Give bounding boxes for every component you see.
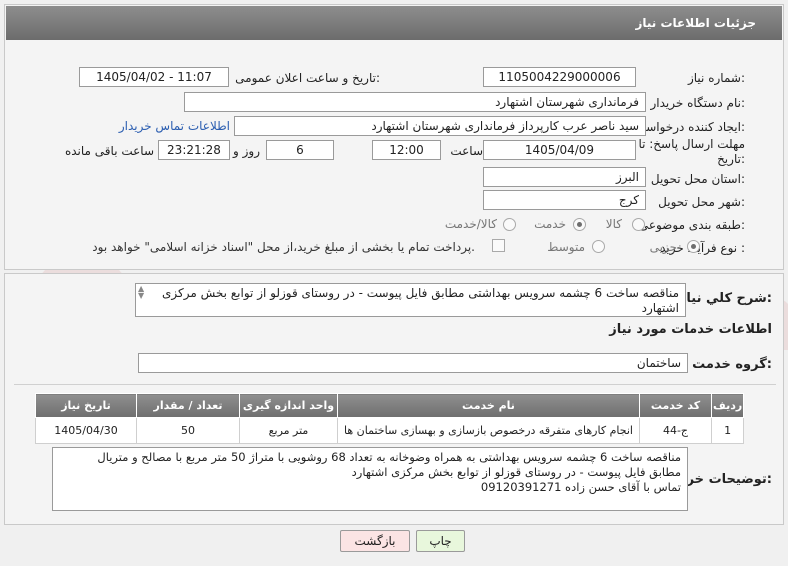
category-radio-goods[interactable] (632, 218, 645, 231)
notes-line: تماس با آقای حسن زاده 09120391271 (480, 480, 681, 494)
category-option-goods-service: کالا/خدمت (444, 217, 497, 231)
col-quantity: تعداد / مقدار (136, 393, 240, 418)
category-option-goods: کالا (605, 217, 622, 231)
city-field: کرج (483, 190, 646, 210)
back-button[interactable]: بازگشت (340, 530, 410, 552)
col-service-name: نام خدمت (337, 393, 640, 418)
process-radio-minor[interactable] (687, 240, 700, 253)
print-button[interactable]: چاپ (416, 530, 465, 552)
category-label: طبقه بندی موضوعی: (638, 218, 745, 232)
cell-service-name: انجام کارهای متفرقه درخصوص بازسازی و بهس… (337, 417, 640, 444)
summary-label: شرح کلي نياز: (678, 291, 772, 306)
process-radio-medium[interactable] (592, 240, 605, 253)
treasury-payment-checkbox[interactable] (492, 239, 505, 252)
remaining-time-label: ساعت باقی مانده (64, 144, 154, 158)
need-number-field: 1105004229000006 (483, 67, 636, 87)
table-row: 1 ج-44 انجام کارهای متفرقه درخصوص بازساز… (35, 417, 745, 444)
cell-unit: متر مربع (239, 417, 338, 444)
buyer-contact-link[interactable]: اطلاعات تماس خریدار (119, 119, 230, 133)
announce-datetime-label: تاریخ و ساعت اعلان عمومی: (235, 71, 380, 85)
category-radio-service[interactable] (573, 218, 586, 231)
days-remaining-field: 6 (266, 140, 334, 160)
need-number-label: شماره نیاز: (687, 71, 745, 85)
notes-line: مطابق فایل پیوست - در روستای قوزلو از تو… (351, 465, 681, 479)
buyer-notes-textarea[interactable]: مناقصه ساخت 6 چشمه سرویس بهداشتی به همرا… (52, 447, 688, 511)
province-label: استان محل تحویل: (650, 172, 745, 186)
cell-service-code: ج-44 (639, 417, 712, 444)
services-table: ردیف کد خدمت نام خدمت واحد اندازه گیری ت… (35, 393, 745, 444)
days-label: روز و (233, 144, 260, 158)
buyer-org-field: فرمانداری شهرستان اشتهارد (184, 92, 646, 112)
summary-textarea[interactable]: مناقصه ساخت 6 چشمه سرویس بهداشتی مطابق ف… (135, 283, 686, 317)
notes-line: مناقصه ساخت 6 چشمه سرویس بهداشتی به همرا… (97, 450, 681, 464)
service-group-label: گروه خدمت: (692, 357, 772, 372)
category-option-service: خدمت (534, 217, 566, 231)
page-title: جزئیات اطلاعات نیاز (6, 6, 782, 40)
process-option-medium: متوسط (547, 240, 585, 254)
cell-row: 1 (710, 417, 745, 444)
summary-text: مناقصه ساخت 6 چشمه سرویس بهداشتی مطابق ف… (161, 286, 679, 315)
province-field: البرز (483, 167, 646, 187)
deadline-time-field: 12:00 (372, 140, 441, 160)
remaining-time-field: 23:21:28 (158, 140, 230, 160)
process-option-minor: جزیی (649, 240, 677, 254)
summary-scroll-arrows[interactable]: ▲ ▼ (138, 285, 150, 303)
deadline-label-date: تاریخ: (717, 152, 745, 166)
col-service-code: کد خدمت (639, 393, 712, 418)
creator-label: ایجاد کننده درخواست: (634, 120, 745, 134)
announce-datetime-field: 1405/04/02 - 11:07 (79, 67, 229, 87)
deadline-date-field: 1405/04/09 (483, 140, 636, 160)
cell-quantity: 50 (136, 417, 240, 444)
services-section-title: اطلاعات خدمات مورد نياز (609, 322, 772, 337)
col-unit: واحد اندازه گیری (239, 393, 338, 418)
col-need-date: تاریخ نیاز (35, 393, 137, 418)
city-label: شهر محل تحویل: (658, 195, 745, 209)
deadline-label: مهلت ارسال پاسخ: تا (638, 137, 745, 151)
category-radio-goods-service[interactable] (503, 218, 516, 231)
section-divider (14, 384, 776, 385)
cell-need-date: 1405/04/30 (35, 417, 137, 444)
col-row: ردیف (710, 393, 745, 418)
service-group-field: ساختمان (138, 353, 688, 373)
buyer-org-label: نام دستگاه خریدار: (650, 96, 746, 110)
deadline-time-label: ساعت (450, 144, 483, 158)
treasury-payment-note: پرداخت تمام یا بخشی از مبلغ خرید،از محل … (92, 240, 475, 254)
creator-field: سید ناصر عرب کارپرداز فرمانداری شهرستان … (234, 116, 646, 136)
